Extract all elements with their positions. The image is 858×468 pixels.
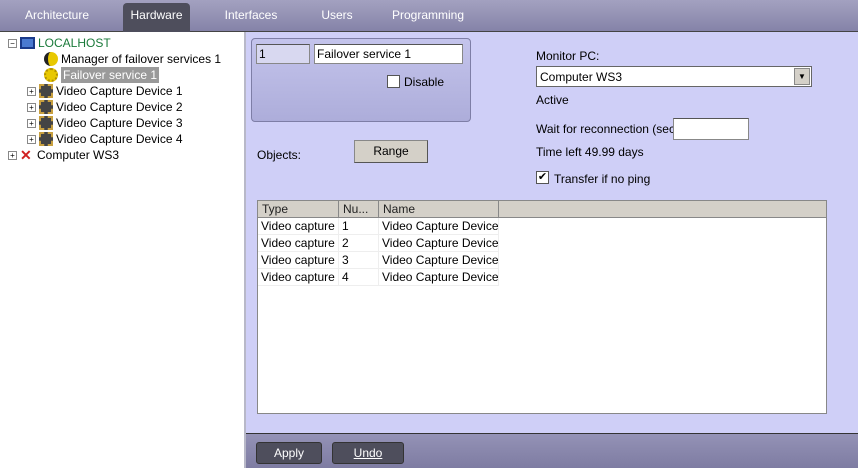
disable-checkbox[interactable] <box>387 75 400 88</box>
expand-icon[interactable]: + <box>27 118 36 128</box>
error-x-icon: ✕ <box>20 147 32 163</box>
objects-table: Type Nu... Name Video capture .. 1 Video C… <box>257 200 827 414</box>
table-cell: Video capture .. <box>258 269 339 286</box>
column-header-name[interactable]: Name <box>379 201 499 218</box>
status-text: Active <box>536 93 569 107</box>
table-cell: Video Capture Device 1 <box>379 218 499 235</box>
tab-interfaces[interactable]: Interfaces <box>218 3 284 32</box>
tree-label: LOCALHOST <box>38 36 111 50</box>
table-cell: Video Capture Device 3 <box>379 252 499 269</box>
name-field[interactable] <box>314 44 463 64</box>
table-cell: Video capture .. <box>258 218 339 235</box>
tree-node-manager[interactable]: Manager of failover services 1 <box>44 51 221 67</box>
tree-label: Video Capture Device 2 <box>56 100 183 114</box>
table-cell: 4 <box>339 269 379 286</box>
wait-reconnection-label: Wait for reconnection (sec) <box>536 122 679 136</box>
tree-node-failover-service[interactable]: Failover service 1 <box>44 67 160 83</box>
chip-icon <box>39 116 53 130</box>
tree-label: Video Capture Device 3 <box>56 116 183 130</box>
tab-users[interactable]: Users <box>313 3 361 32</box>
expand-icon[interactable]: + <box>27 86 36 96</box>
tree-label: Manager of failover services 1 <box>61 52 222 66</box>
table-cell: Video capture .. <box>258 252 339 269</box>
chip-icon <box>39 132 53 146</box>
tree-label: Video Capture Device 4 <box>56 132 183 146</box>
expand-icon[interactable]: + <box>27 102 36 112</box>
tree-label: Failover service 1 <box>61 67 160 83</box>
expand-icon[interactable]: + <box>27 134 36 144</box>
objects-label: Objects: <box>257 148 302 162</box>
gear-icon <box>44 68 58 82</box>
chevron-down-icon[interactable]: ▼ <box>794 68 810 85</box>
tree-label: Computer WS3 <box>37 148 120 162</box>
tree-node-computer-ws3[interactable]: + ✕ Computer WS3 <box>8 147 119 163</box>
wait-reconnection-input[interactable] <box>673 118 749 140</box>
monitor-pc-value: Computer WS3 <box>540 70 623 84</box>
time-left-text: Time left 49.99 days <box>536 145 644 159</box>
tree-node-localhost[interactable]: − LOCALHOST <box>8 35 111 51</box>
disable-label: Disable <box>404 75 445 89</box>
id-field[interactable] <box>256 44 310 64</box>
monitor-pc-select[interactable]: Computer WS3 ▼ <box>536 66 812 87</box>
table-cell: 1 <box>339 218 379 235</box>
column-header-type[interactable]: Type <box>258 201 339 218</box>
tree-node-video-2[interactable]: + Video Capture Device 2 <box>27 99 183 115</box>
hardware-tree: − LOCALHOST Manager of failover services… <box>0 32 246 468</box>
tree-label: Video Capture Device 1 <box>56 84 183 98</box>
transfer-checkbox[interactable]: ✔ <box>536 171 549 184</box>
tab-hardware[interactable]: Hardware <box>123 3 190 32</box>
chip-icon <box>39 100 53 114</box>
expand-icon[interactable]: + <box>8 150 17 160</box>
tree-node-video-3[interactable]: + Video Capture Device 3 <box>27 115 183 131</box>
transfer-label: Transfer if no ping <box>554 172 651 186</box>
tree-node-video-1[interactable]: + Video Capture Device 1 <box>27 83 183 99</box>
tab-bar: Architecture Hardware Interfaces Users P… <box>0 0 858 32</box>
tree-node-video-4[interactable]: + Video Capture Device 4 <box>27 131 183 147</box>
table-cell: 2 <box>339 235 379 252</box>
apply-button[interactable]: Apply <box>256 442 322 464</box>
column-header-number[interactable]: Nu... <box>339 201 379 218</box>
failover-manager-icon <box>44 52 58 66</box>
range-button[interactable]: Range <box>354 140 428 163</box>
table-cell: 3 <box>339 252 379 269</box>
monitor-icon <box>20 37 35 49</box>
tab-programming[interactable]: Programming <box>390 3 466 32</box>
table-cell: Video Capture Device 2 <box>379 235 499 252</box>
undo-button[interactable]: Undo <box>332 442 404 464</box>
column-header-empty <box>499 201 826 218</box>
chip-icon <box>39 84 53 98</box>
table-cell: Video Capture Device 4 <box>379 269 499 286</box>
table-cell: Video capture .. <box>258 235 339 252</box>
tab-architecture[interactable]: Architecture <box>14 3 100 32</box>
collapse-icon[interactable]: − <box>8 38 17 48</box>
footer-bar: Apply Undo <box>246 433 858 468</box>
monitor-pc-label: Monitor PC: <box>536 49 600 63</box>
